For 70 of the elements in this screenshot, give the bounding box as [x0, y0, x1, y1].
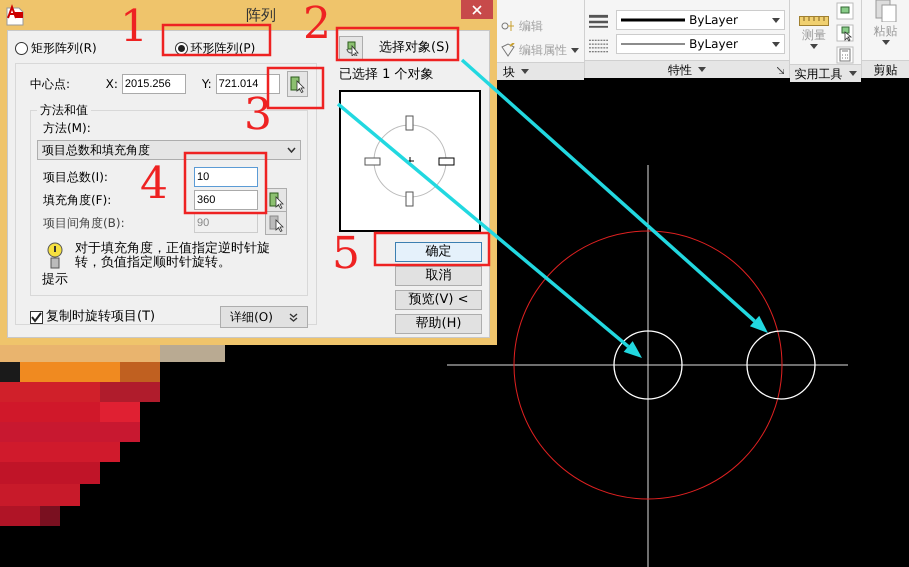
app-logo-icon — [5, 4, 25, 26]
circle-object — [746, 330, 816, 400]
text-field[interactable]: 2015.256 — [122, 74, 186, 94]
linetype-icon — [589, 38, 608, 54]
text-field[interactable]: 360 — [194, 190, 258, 210]
calculator-icon[interactable] — [836, 46, 854, 64]
circle-object — [613, 330, 683, 400]
caret-icon — [571, 48, 579, 52]
caret-icon — [848, 71, 856, 76]
annotation-number: 3 — [244, 93, 272, 137]
details-button[interactable]: 详细(O) — [220, 306, 308, 328]
panel-title[interactable]: 块 — [503, 62, 515, 80]
tip-caption: 提示 — [42, 271, 68, 289]
line-sample-icon — [621, 18, 686, 22]
selection-status: 已选择 1 个对象 — [339, 66, 435, 84]
close-icon — [472, 4, 482, 14]
double-chevron-icon — [288, 312, 298, 322]
pick-point-button[interactable] — [286, 71, 308, 97]
lightbulb-icon — [47, 242, 63, 270]
select-cursor-icon — [289, 75, 306, 93]
select-objects-button[interactable] — [339, 36, 363, 60]
field-label: Y: — [202, 76, 212, 93]
close-button[interactable] — [461, 0, 493, 19]
tip-text: 对于填充角度，正值指定逆时针旋转，负值指定顺时针旋转。 — [75, 242, 271, 272]
caret-icon — [772, 18, 780, 22]
annotation-number: 4 — [140, 162, 168, 206]
caret-icon — [698, 67, 706, 72]
dropdown[interactable]: ByLayer — [616, 34, 785, 54]
dropdown[interactable]: ByLayer — [616, 10, 785, 30]
select-cursor-icon — [268, 190, 284, 208]
radio-button[interactable] — [15, 42, 28, 54]
field-label: 中心点: — [30, 76, 72, 93]
annotation-number: 5 — [332, 232, 360, 276]
group-title: 方法和值 — [37, 102, 91, 119]
select-cursor-icon[interactable] — [836, 24, 854, 42]
panel-title[interactable]: 特性 — [668, 60, 692, 78]
radio-label[interactable]: 环形阵列(P) — [190, 39, 256, 57]
checkbox-label[interactable]: 复制时旋转项目(T) — [46, 307, 156, 327]
field-label: 方法(M): — [42, 120, 92, 137]
lineweight-icon — [589, 14, 608, 30]
checkbox[interactable] — [30, 310, 43, 324]
text-field[interactable]: 10 — [194, 166, 258, 186]
dialog-button[interactable]: 取消 — [395, 266, 482, 286]
radio-label[interactable]: 矩形阵列(R) — [31, 39, 97, 57]
attribute-icon — [501, 19, 515, 33]
chevron-down-icon — [287, 147, 296, 153]
caret-icon — [810, 44, 818, 49]
dialog-button[interactable]: 确定 — [395, 242, 482, 262]
field-label: 项目总数(I): — [43, 170, 108, 184]
tag-pencil-icon — [501, 43, 515, 57]
ruler-icon — [799, 16, 829, 26]
field-label: 项目间角度(B): — [43, 216, 125, 230]
dialog-launcher-icon[interactable] — [777, 67, 784, 74]
select-objects-label[interactable]: 选择对象(S) — [379, 38, 450, 58]
dropdown-value: ByLayer — [689, 12, 739, 29]
toolbar-icon[interactable] — [836, 2, 854, 20]
select-cursor-icon — [268, 214, 284, 232]
method-dropdown[interactable]: 项目总数和填充角度 — [37, 140, 301, 160]
radio-button[interactable] — [174, 42, 188, 54]
caret-icon — [772, 42, 780, 46]
window-title: 阵列 — [246, 4, 276, 26]
caret-icon — [882, 40, 890, 45]
dropdown-value: ByLayer — [689, 36, 739, 53]
field-label: 填充角度(F): — [43, 192, 112, 206]
dialog-button[interactable]: 帮助(H) — [395, 314, 482, 334]
dialog-button[interactable]: 预览(V) < — [395, 290, 482, 310]
field-label: X: — [106, 76, 118, 93]
line-sample-icon — [621, 42, 686, 46]
text-field[interactable]: 721.014 — [216, 74, 280, 94]
caret-icon — [521, 69, 529, 74]
